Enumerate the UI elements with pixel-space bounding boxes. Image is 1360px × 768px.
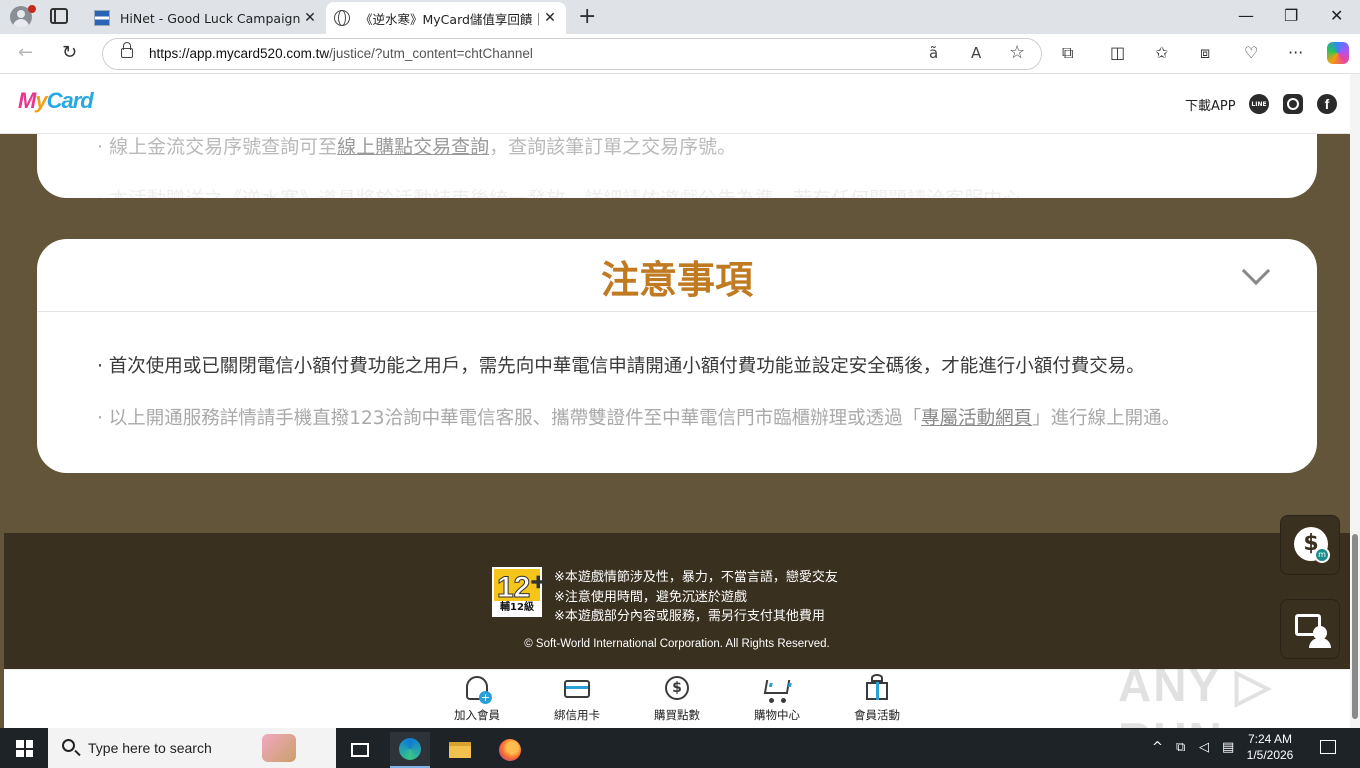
note-item: ‧ 以上開通服務詳情請手機直撥123洽詢中華電信客服、攜帶雙證件至中華電信門市臨… (97, 408, 1181, 429)
credit-card-icon (562, 674, 592, 704)
footer-warning: ※注意使用時間，避免沉迷於遊戲 (554, 590, 747, 605)
notes-title[interactable]: 注意事項 (37, 249, 1317, 304)
taskbar-edge[interactable] (390, 732, 430, 768)
tab-title: HiNet - Good Luck Campaign (120, 10, 300, 26)
firefox-icon (499, 739, 521, 761)
notes-divider (37, 311, 1317, 312)
rating-12-badge: 12⁺ 輔12級 (492, 567, 547, 617)
minimize-button[interactable]: — (1238, 6, 1254, 25)
more-menu-icon[interactable]: ··· (1288, 43, 1303, 62)
copyright-text: © Soft-World International Corporation. … (524, 638, 830, 650)
buy-points-float-button[interactable]: $ m (1280, 515, 1340, 575)
search-highlight-icon (262, 734, 296, 762)
browser-toolbar: ← ↻ https://app.mycard520.com.tw/justice… (0, 34, 1360, 74)
search-placeholder: Type here to search (88, 740, 212, 756)
facebook-icon[interactable]: f (1317, 94, 1337, 114)
tab-close-icon[interactable]: ✕ (540, 10, 560, 26)
task-view-icon (351, 743, 369, 757)
nav-buy-points[interactable]: $ 購買點數 (647, 674, 707, 723)
nav-member-events[interactable]: 會員活動 (847, 674, 907, 723)
browser-tab-strip: HiNet - Good Luck Campaign ✕ 《逆水寒》MyCard… (0, 0, 1360, 34)
lock-icon[interactable] (121, 42, 133, 58)
tab-actions-icon[interactable] (50, 8, 68, 24)
add-member-icon: + (462, 674, 492, 704)
tab-hinet[interactable]: HiNet - Good Luck Campaign ✕ (86, 2, 326, 34)
task-view-button[interactable] (340, 732, 380, 768)
nav-join-member[interactable]: + 加入會員 (447, 674, 507, 723)
tab-title: 《逆水寒》MyCard儲值享回饋｜My (360, 11, 540, 27)
transaction-query-text: ‧ 線上金流交易序號查詢可至線上購點交易查詢，查詢該筆訂單之交易序號。 (97, 136, 737, 158)
line-icon[interactable]: LINE (1249, 94, 1269, 114)
edge-icon (399, 738, 421, 760)
show-hidden-icons-icon[interactable]: ^ (1152, 740, 1163, 755)
extensions-icon[interactable]: ⧉ (1062, 43, 1073, 63)
refresh-icon[interactable]: ↻ (62, 42, 77, 63)
read-aloud-icon[interactable]: A (971, 44, 981, 62)
gift-icon (862, 674, 892, 704)
wifi-icon[interactable]: ▤ (1222, 740, 1234, 755)
search-icon (62, 739, 75, 752)
site-footer: 12⁺ 輔12級 ※本遊戲情節涉及性，暴力，不當言語，戀愛交友 ※注意使用時間，… (4, 533, 1350, 669)
url-text[interactable]: https://app.mycard520.com.tw/justice/?ut… (149, 46, 533, 61)
buy-points-icon: $ (662, 674, 692, 704)
split-screen-icon[interactable]: ◫ (1110, 43, 1125, 62)
transaction-query-link[interactable]: 線上購點交易查詢 (337, 136, 489, 158)
profile-alert-dot (28, 5, 36, 13)
browser-essentials-icon[interactable]: ♡ (1244, 43, 1258, 62)
faded-text: ‧ 本活動贈送之《逆水寒》道具將於活動結束後統一發放，詳細請依遊戲公告為準，若有… (97, 184, 1040, 198)
system-clock[interactable]: 7:24 AM 1/5/2026 (1240, 731, 1300, 763)
collections-icon[interactable]: ⧈ (1200, 43, 1210, 63)
notes-card: 注意事項 ‧ 首次使用或已關閉電信小額付費功能之用戶，需先向中華電信申請開通小額… (37, 239, 1317, 473)
download-app-link[interactable]: 下載APP (1185, 95, 1236, 114)
close-window-button[interactable]: ✕ (1330, 6, 1343, 25)
customer-service-float-button[interactable] (1280, 599, 1340, 659)
nav-bind-credit-card[interactable]: 綁信用卡 (547, 674, 607, 723)
page-scrollbar[interactable] (1350, 74, 1360, 728)
nav-shopping-center[interactable]: 購物中心 (747, 674, 807, 723)
favorite-star-icon[interactable]: ☆ (1009, 42, 1025, 63)
footer-warning: ※本遊戲部分內容或服務，需另行支付其他費用 (554, 609, 825, 624)
restore-button[interactable]: ❐ (1284, 6, 1298, 25)
tab-mycard[interactable]: 《逆水寒》MyCard儲值享回饋｜My ✕ (326, 2, 566, 34)
shopping-cart-icon (762, 674, 792, 704)
hinet-favicon-icon (94, 10, 110, 26)
favorites-icon[interactable]: ✩ (1155, 43, 1168, 62)
anyrun-watermark: ANY ▷ RUN (1118, 659, 1273, 728)
taskbar-firefox[interactable] (490, 732, 530, 768)
taskbar-search-box[interactable]: Type here to search (48, 728, 336, 768)
note-item: ‧ 首次使用或已關閉電信小額付費功能之用戶，需先向中華電信申請開通小額付費功能並… (97, 356, 1145, 377)
site-header: MyCard 下載APP LINE f (0, 74, 1350, 134)
fade-overlay (37, 433, 1317, 473)
translate-icon[interactable]: ã (929, 44, 938, 62)
back-arrow-icon[interactable]: ← (18, 42, 33, 63)
mycard-logo[interactable]: MyCard (18, 88, 94, 114)
taskbar-file-explorer[interactable] (440, 732, 480, 768)
folder-icon (449, 742, 471, 758)
volume-icon[interactable]: ◁ (1199, 740, 1209, 755)
instagram-icon[interactable] (1283, 94, 1303, 114)
mycard-badge-icon: m (1314, 547, 1330, 563)
windows-taskbar: Type here to search ^ ⧉ ◁ ▤ 7:24 AM 1/5/… (0, 728, 1360, 768)
notification-icon[interactable] (1320, 740, 1336, 754)
address-bar[interactable]: https://app.mycard520.com.tw/justice/?ut… (102, 38, 1042, 70)
footer-warning: ※本遊戲情節涉及性，暴力，不當言語，戀愛交友 (554, 570, 838, 585)
copilot-icon[interactable] (1327, 42, 1349, 64)
network-status-icon[interactable]: ⧉ (1176, 740, 1185, 755)
globe-favicon-icon (334, 10, 350, 26)
activity-page-link[interactable]: 專屬活動網頁 (921, 408, 1032, 429)
web-page: MyCard 下載APP LINE f ‧ 線上金流交易序號查詢可至線上購點交易… (0, 74, 1360, 728)
new-tab-button[interactable]: + (578, 4, 596, 29)
tab-close-icon[interactable]: ✕ (300, 10, 320, 26)
windows-start-icon[interactable] (16, 740, 33, 757)
